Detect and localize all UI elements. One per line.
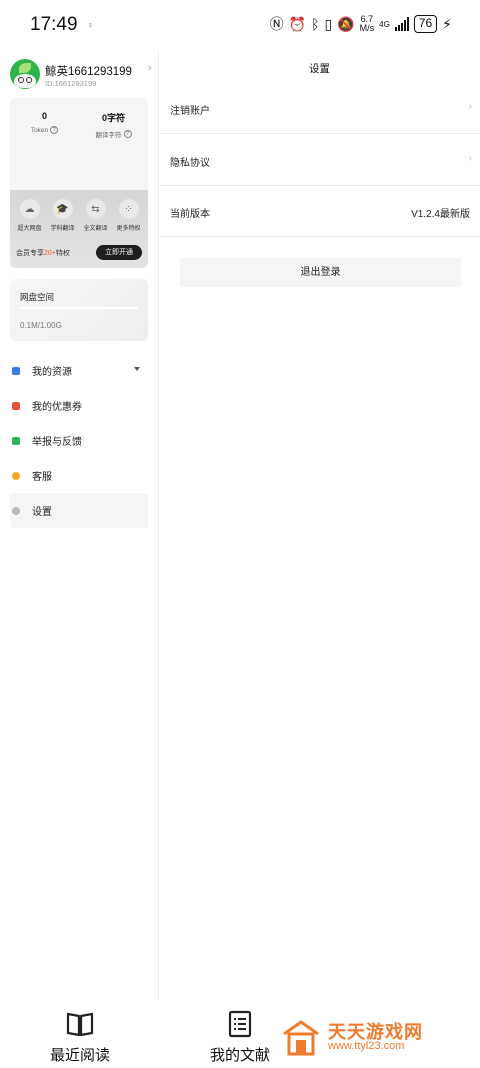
- signal-icon: [394, 17, 409, 31]
- row-cancel-account[interactable]: 注销账户 ›: [159, 83, 480, 134]
- account-card: 0 Token? 0字符 翻译字符? ☁ 超大网盘 🎓 学科翻译 ⇆ 全文翻译: [10, 98, 148, 268]
- graduation-cap-icon: 🎓: [52, 199, 73, 219]
- nfc-icon: Ⓝ: [269, 16, 284, 32]
- sidebar: 鲸英1661293199 ♡ ID:1661293199 › 0 Token? …: [0, 50, 158, 1000]
- tab-recent-reading[interactable]: 最近阅读: [20, 1010, 140, 1065]
- chevron-right-icon: ›: [148, 62, 152, 74]
- translate-icon: ⇆: [85, 199, 106, 219]
- settings-panel: 设置 注销账户 › 隐私协议 › 当前版本 V1.2.4最新版 退出登录: [159, 50, 480, 1000]
- row-version: 当前版本 V1.2.4最新版: [159, 186, 480, 237]
- feature-subject-translate[interactable]: 🎓 学科翻译: [46, 199, 79, 232]
- feature-full-translate[interactable]: ⇆ 全文翻译: [79, 199, 112, 232]
- username: 鲸英1661293199: [45, 66, 132, 78]
- settings-icon: [12, 506, 20, 515]
- watermark-logo-icon: [283, 1020, 319, 1056]
- feature-more[interactable]: ⁘ 更多特权: [112, 199, 145, 232]
- disk-usage: 0.1M/1.00G: [20, 321, 62, 330]
- token-stat[interactable]: 0 Token?: [10, 111, 79, 134]
- sidebar-item-settings[interactable]: 设置: [10, 493, 148, 528]
- user-profile[interactable]: 鲸英1661293199 ♡ ID:1661293199 ›: [10, 57, 155, 93]
- watermark: 天天游戏网 www.ttyl23.com: [276, 1014, 456, 1060]
- book-icon: [66, 1012, 94, 1037]
- heart-icon: ♡: [127, 63, 136, 73]
- disk-title: 网盘空间: [20, 292, 55, 302]
- sidebar-item-resources[interactable]: 我的资源: [10, 353, 148, 388]
- row-privacy-policy[interactable]: 隐私协议 ›: [159, 135, 480, 186]
- bluetooth-icon: ᛒ: [311, 16, 320, 32]
- mute-icon: 🔕: [337, 15, 355, 32]
- disk-progress-bar: [20, 307, 138, 309]
- help-icon[interactable]: ?: [123, 130, 132, 138]
- status-icons: Ⓝ ⏰ ᛒ ▯ 🔕 6.7 M/s 4G 76 ⚡: [270, 14, 452, 34]
- chevron-right-icon: ›: [468, 153, 472, 164]
- version-value: V1.2.4最新版: [411, 209, 470, 220]
- coupon-icon: [12, 401, 20, 410]
- status-time: 17:49: [30, 14, 78, 35]
- sidebar-item-feedback[interactable]: 举报与反馈: [10, 423, 148, 458]
- chevron-down-icon: [134, 367, 140, 371]
- vip-promo-text: 会员专享20+特权: [16, 250, 70, 257]
- charging-icon: ⚡: [442, 15, 452, 32]
- sidebar-menu: 我的资源 我的优惠券 举报与反馈 客服 设置: [10, 353, 148, 528]
- bottom-nav: 最近阅读 我的文献 天天游戏网 www.ttyl23.com: [0, 1000, 480, 1068]
- vibrate-icon: ▯: [324, 15, 333, 32]
- sidebar-item-service[interactable]: 客服: [10, 458, 148, 493]
- list-icon: [228, 1010, 252, 1038]
- disk-space-card[interactable]: 网盘空间 0.1M/1.00G: [10, 279, 148, 341]
- translate-chars-stat[interactable]: 0字符 翻译字符?: [79, 111, 148, 139]
- open-vip-button[interactable]: 立即开通: [96, 245, 142, 260]
- user-id: ID:1661293199: [45, 79, 97, 88]
- avatar: [10, 59, 40, 89]
- help-icon[interactable]: ?: [50, 126, 59, 134]
- resource-icon: [12, 366, 20, 375]
- notification-icon: ♀: [87, 20, 94, 30]
- service-icon: [12, 471, 20, 480]
- cloud-icon: ☁: [19, 199, 40, 219]
- grid-icon: ⁘: [118, 199, 139, 219]
- network-speed: 6.7 M/s: [359, 14, 375, 33]
- feature-cloud-disk[interactable]: ☁ 超大网盘: [13, 199, 46, 232]
- logout-button[interactable]: 退出登录: [180, 258, 461, 287]
- feedback-icon: [12, 436, 20, 445]
- status-bar: 17:49 ♀ Ⓝ ⏰ ᛒ ▯ 🔕 6.7 M/s 4G 76 ⚡: [0, 0, 480, 50]
- vip-panel: ☁ 超大网盘 🎓 学科翻译 ⇆ 全文翻译 ⁘ 更多特权 会员专享20+特权 立即…: [10, 190, 148, 268]
- alarm-icon: ⏰: [288, 15, 307, 32]
- chevron-right-icon: ›: [468, 101, 472, 112]
- sidebar-item-coupons[interactable]: 我的优惠券: [10, 388, 148, 423]
- network-type: 4G: [379, 19, 390, 29]
- page-title: 设置: [309, 63, 330, 75]
- battery-indicator: 76: [413, 15, 438, 33]
